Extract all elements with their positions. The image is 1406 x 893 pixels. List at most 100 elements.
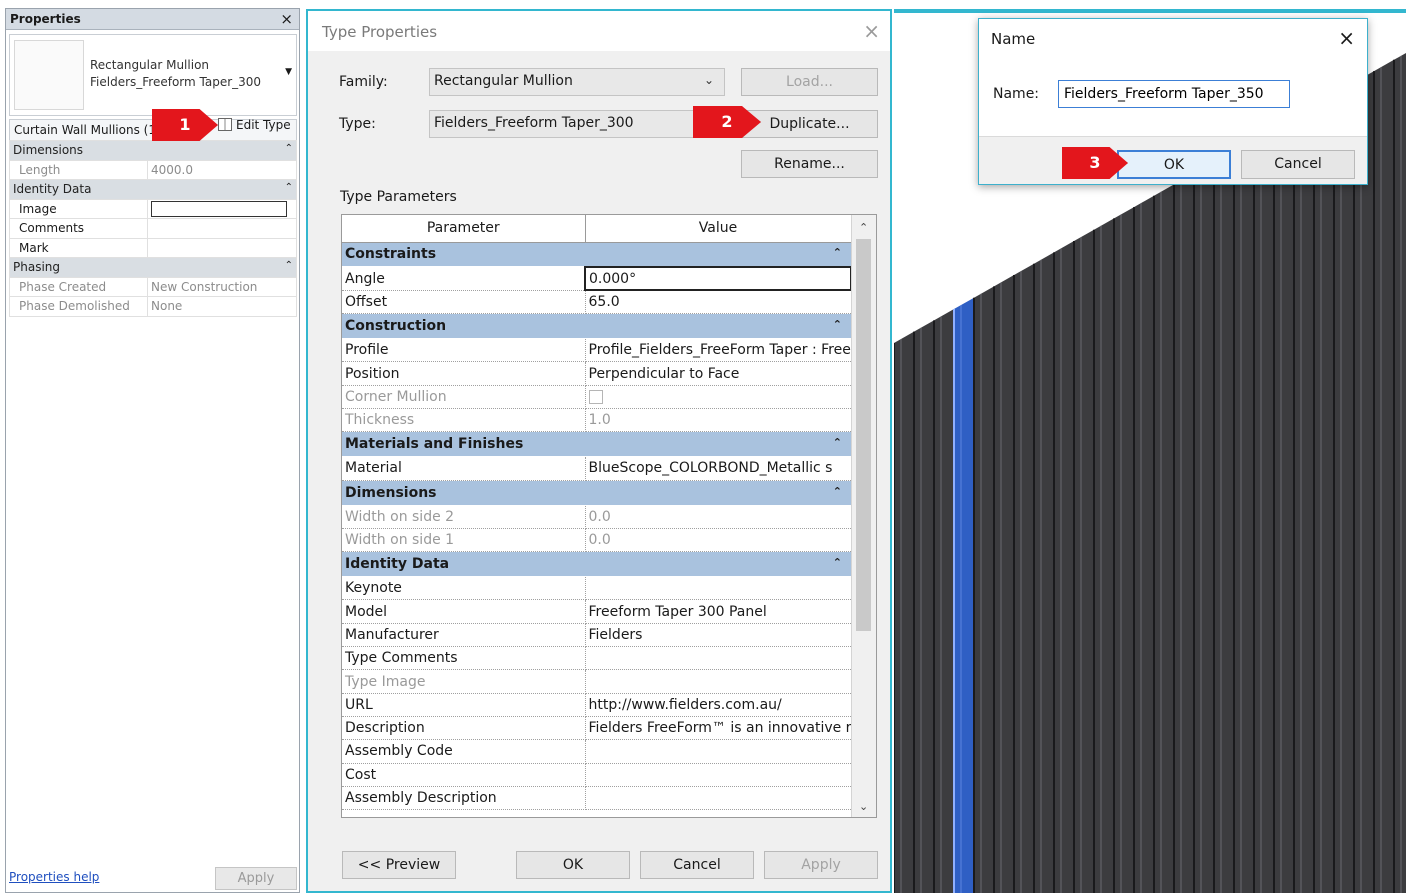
group-header[interactable]: Materials and Finishes ⌃ bbox=[342, 431, 851, 458]
close-icon[interactable]: × bbox=[1338, 26, 1355, 50]
parameter-value[interactable]: Profile_Fielders_FreeForm Taper : Free bbox=[585, 338, 851, 363]
collapse-icon[interactable]: ⌃ bbox=[833, 485, 842, 498]
parameter-row[interactable]: Position Perpendicular to Face bbox=[342, 361, 851, 386]
scroll-up-icon[interactable]: ⌃ bbox=[859, 221, 868, 234]
parameter-row[interactable]: Angle 0.000° bbox=[342, 265, 852, 292]
wall-panel[interactable] bbox=[1054, 241, 1074, 893]
parameter-value[interactable] bbox=[585, 786, 851, 811]
wall-panel[interactable] bbox=[1034, 252, 1054, 893]
group-header[interactable]: Constraints ⌃ bbox=[342, 242, 851, 268]
parameter-value[interactable]: http://www.fielders.com.au/ bbox=[585, 693, 851, 717]
wall-panel[interactable] bbox=[974, 286, 994, 893]
property-value[interactable] bbox=[147, 218, 297, 239]
parameter-row[interactable]: Assembly Code bbox=[342, 739, 851, 764]
property-category[interactable]: Phasing ⌃ bbox=[9, 257, 297, 278]
wall-panel[interactable] bbox=[934, 309, 954, 893]
wall-panel[interactable] bbox=[1014, 263, 1034, 893]
parameter-value[interactable]: BlueScope_COLORBOND_Metallic s bbox=[585, 456, 851, 481]
collapse-icon[interactable]: ⌃ bbox=[285, 143, 293, 154]
wall-panel[interactable] bbox=[1094, 218, 1114, 893]
wall-panel[interactable] bbox=[1154, 184, 1174, 893]
category-header[interactable]: Identity Data ⌃ bbox=[9, 179, 297, 200]
property-category[interactable]: Identity Data ⌃ bbox=[9, 179, 297, 200]
scrollbar-thumb[interactable] bbox=[856, 239, 871, 631]
parameter-row[interactable]: URL http://www.fielders.com.au/ bbox=[342, 693, 851, 717]
wall-panel[interactable] bbox=[1234, 139, 1254, 893]
parameter-row[interactable]: Cost bbox=[342, 763, 851, 787]
parameter-row[interactable]: Corner Mullion bbox=[342, 385, 851, 409]
name-cancel-button[interactable]: Cancel bbox=[1241, 150, 1355, 179]
parameter-row[interactable]: Description Fielders FreeForm™ is an inno… bbox=[342, 716, 851, 741]
parameter-row[interactable]: Profile Profile_Fielders_FreeForm Taper :… bbox=[342, 338, 851, 363]
parameter-row[interactable]: Type Comments bbox=[342, 646, 851, 671]
parameter-row[interactable]: Width on side 2 0.0 bbox=[342, 505, 851, 529]
wall-panel[interactable] bbox=[994, 275, 1014, 893]
properties-apply-button[interactable]: Apply bbox=[215, 867, 297, 890]
type-dropdown[interactable]: Fielders_Freeform Taper_300 ⌄ bbox=[429, 110, 725, 138]
parameter-value[interactable]: Fielders bbox=[585, 623, 851, 648]
parameter-row[interactable]: Width on side 1 0.0 bbox=[342, 528, 851, 553]
parameter-group[interactable]: Dimensions ⌃ bbox=[342, 480, 851, 506]
parameter-group[interactable]: Constraints ⌃ bbox=[342, 242, 851, 268]
apply-button[interactable]: Apply bbox=[764, 851, 878, 879]
close-icon[interactable]: × bbox=[863, 19, 880, 43]
parameter-value[interactable]: Fielders FreeForm™ is an innovative ro bbox=[585, 716, 851, 741]
image-field[interactable] bbox=[151, 200, 287, 217]
collapse-icon[interactable]: ⌃ bbox=[285, 182, 293, 193]
name-input[interactable] bbox=[1058, 80, 1290, 108]
wall-panel[interactable] bbox=[1354, 71, 1374, 893]
parameter-value[interactable]: 65.0 bbox=[585, 290, 851, 315]
vertical-scrollbar[interactable]: ⌃ ⌄ bbox=[851, 215, 876, 817]
wall-panel[interactable] bbox=[1134, 195, 1154, 893]
wall-panel[interactable] bbox=[1394, 48, 1406, 893]
wall-panel[interactable] bbox=[1174, 173, 1194, 893]
cancel-button[interactable]: Cancel bbox=[640, 851, 754, 879]
collapse-icon[interactable]: ⌃ bbox=[285, 260, 293, 271]
group-header[interactable]: Construction ⌃ bbox=[342, 313, 851, 340]
parameter-value-selected[interactable]: 0.000° bbox=[584, 265, 852, 292]
wall-panel[interactable] bbox=[1274, 116, 1294, 893]
parameter-row[interactable]: Type Image bbox=[342, 669, 851, 694]
parameter-value[interactable]: Freeform Taper 300 Panel bbox=[585, 599, 851, 624]
parameter-row[interactable]: Assembly Description bbox=[342, 786, 851, 811]
category-header[interactable]: Phasing ⌃ bbox=[9, 257, 297, 278]
parameter-value[interactable]: Perpendicular to Face bbox=[585, 361, 851, 386]
dropdown-arrow-icon[interactable]: ▼ bbox=[285, 67, 292, 77]
group-header[interactable]: Identity Data ⌃ bbox=[342, 551, 851, 578]
parameter-group[interactable]: Construction ⌃ bbox=[342, 313, 851, 340]
wall-panel[interactable] bbox=[1374, 59, 1394, 893]
collapse-icon[interactable]: ⌃ bbox=[833, 318, 842, 331]
parameter-group[interactable]: Materials and Finishes ⌃ bbox=[342, 431, 851, 458]
scroll-down-icon[interactable]: ⌄ bbox=[859, 800, 868, 813]
selected-wall-panel[interactable] bbox=[954, 297, 974, 893]
property-category[interactable]: Dimensions ⌃ bbox=[9, 140, 297, 161]
load-button[interactable]: Load... bbox=[741, 68, 878, 96]
collapse-icon[interactable]: ⌃ bbox=[833, 246, 842, 259]
ok-button[interactable]: OK bbox=[516, 851, 630, 879]
parameter-row[interactable]: Keynote bbox=[342, 576, 851, 601]
family-dropdown[interactable]: Rectangular Mullion ⌄ bbox=[429, 68, 725, 96]
parameter-row[interactable]: Thickness 1.0 bbox=[342, 408, 851, 433]
name-ok-button[interactable]: OK bbox=[1117, 150, 1231, 179]
parameter-row[interactable]: Model Freeform Taper 300 Panel bbox=[342, 599, 851, 624]
wall-panel[interactable] bbox=[1334, 82, 1354, 893]
parameter-row[interactable]: Manufacturer Fielders bbox=[342, 623, 851, 648]
parameter-value[interactable] bbox=[585, 576, 851, 601]
wall-panel[interactable] bbox=[1254, 127, 1274, 893]
properties-help-link[interactable]: Properties help bbox=[9, 870, 99, 884]
wall-panel[interactable] bbox=[1194, 161, 1214, 893]
group-header[interactable]: Dimensions ⌃ bbox=[342, 480, 851, 506]
edit-type-button[interactable]: Edit Type bbox=[216, 115, 293, 135]
type-selector[interactable]: Rectangular Mullion Fielders_Freeform Ta… bbox=[9, 34, 297, 116]
collapse-icon[interactable]: ⌃ bbox=[833, 436, 842, 449]
wall-panel[interactable] bbox=[1294, 105, 1314, 893]
property-value[interactable] bbox=[147, 237, 297, 258]
wall-panel[interactable] bbox=[1114, 207, 1134, 893]
close-icon[interactable]: × bbox=[280, 10, 293, 28]
parameter-row[interactable]: Offset 65.0 bbox=[342, 290, 851, 315]
parameter-value[interactable] bbox=[585, 646, 851, 671]
wall-panel[interactable] bbox=[1074, 229, 1094, 893]
parameter-value[interactable] bbox=[585, 763, 851, 787]
parameter-group[interactable]: Identity Data ⌃ bbox=[342, 551, 851, 578]
duplicate-button[interactable]: Duplicate... bbox=[741, 110, 878, 138]
